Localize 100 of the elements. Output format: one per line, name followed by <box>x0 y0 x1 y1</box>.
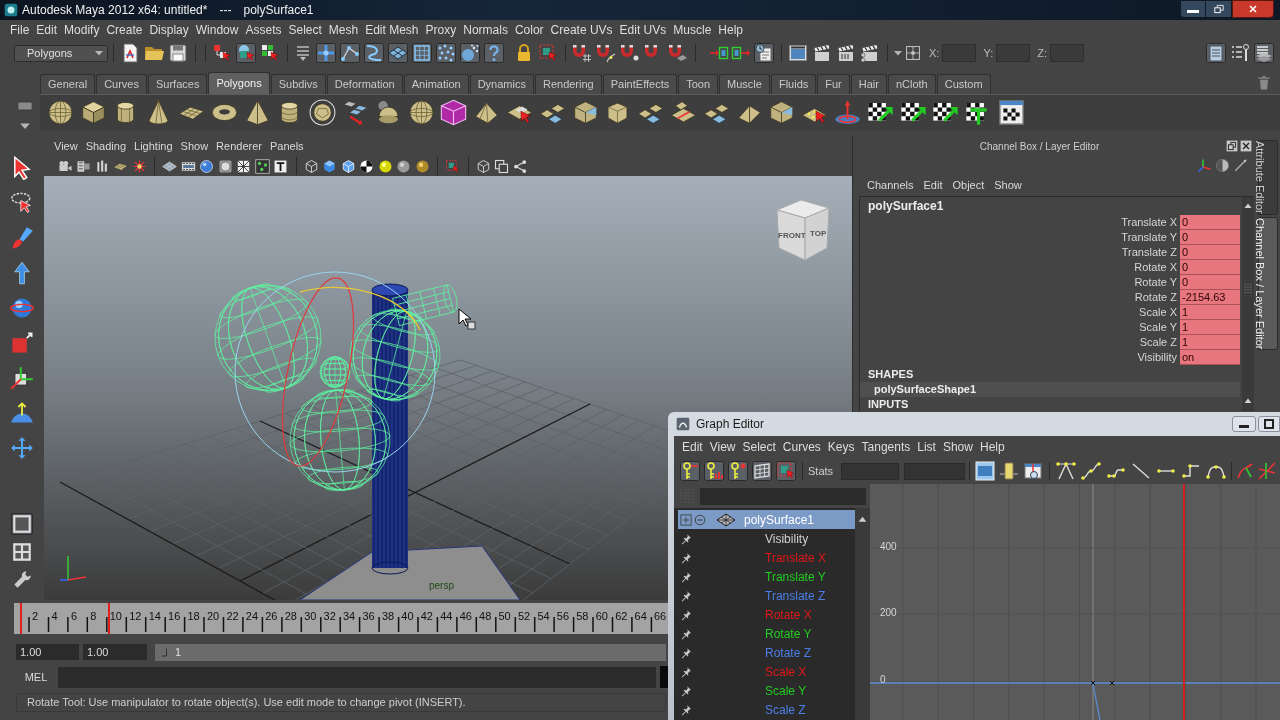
panel-menu-item[interactable]: Edit <box>923 176 943 194</box>
attribute-field[interactable]: 1 <box>1180 305 1240 320</box>
history-doc-icon[interactable] <box>754 43 774 63</box>
menu-item[interactable]: File <box>10 21 30 39</box>
menu-item[interactable]: Select <box>288 21 322 39</box>
start-time-field[interactable]: 1.00 <box>16 644 79 660</box>
attribute-field[interactable]: -2154.63 <box>1180 290 1240 305</box>
menu-item[interactable]: Help <box>979 438 1005 456</box>
four-pane-icon[interactable] <box>11 541 33 563</box>
sphere-ring-icon[interactable] <box>10 295 34 320</box>
restore-button[interactable] <box>1206 0 1232 18</box>
menu-item[interactable]: Edit UVs <box>619 21 667 39</box>
menu-item[interactable]: Display <box>149 21 189 39</box>
node-dots-icon[interactable] <box>254 158 270 174</box>
attribute-field[interactable]: 0 <box>1180 245 1240 260</box>
scroll-up-icon[interactable] <box>857 514 868 525</box>
shelf-tab[interactable]: Dynamics <box>469 74 534 94</box>
matte-sphere-icon[interactable] <box>396 158 412 174</box>
menu-item[interactable]: Create UVs <box>550 21 613 39</box>
panel-menu-item[interactable]: Lighting <box>134 137 173 155</box>
shelf-tab[interactable]: Custom <box>936 74 991 94</box>
maximize-button[interactable] <box>1258 416 1280 432</box>
filter-field[interactable] <box>700 487 866 505</box>
menu-item[interactable]: Edit <box>682 438 703 456</box>
sphere-icon[interactable] <box>46 99 74 126</box>
calendar-clock-icon[interactable] <box>1023 461 1044 481</box>
pin-icon[interactable] <box>680 627 692 640</box>
language-toggle[interactable]: MEL <box>16 667 56 687</box>
pin-icon[interactable] <box>680 551 692 564</box>
minimize-button[interactable] <box>1232 416 1256 432</box>
wire-cube-icon[interactable] <box>440 99 468 126</box>
panel-menu-item[interactable]: Object <box>952 176 985 194</box>
graph-view[interactable]: 400 200 0 <box>870 484 1280 720</box>
menu-item[interactable]: Show <box>942 438 973 456</box>
menu-item[interactable]: Color <box>514 21 544 39</box>
side-tab[interactable]: Attribute Editor <box>1258 140 1278 215</box>
pyramid-icon[interactable] <box>243 99 271 126</box>
shelf-tab[interactable]: Rendering <box>534 74 602 94</box>
menu-item[interactable]: View <box>709 438 736 456</box>
outline-cube-icon[interactable] <box>303 158 319 174</box>
menu-item[interactable]: Tangents <box>861 438 911 456</box>
outliner-item[interactable]: Visibility <box>678 529 855 548</box>
axes-icon[interactable] <box>1197 157 1212 173</box>
slider-handle-icon[interactable] <box>999 461 1020 481</box>
shelf-tab[interactable]: Curves <box>96 74 147 94</box>
new-file-icon[interactable] <box>120 43 140 63</box>
camera-film-icon[interactable] <box>76 158 92 174</box>
split-tile-icon[interactable] <box>670 99 698 126</box>
tab-box-icon[interactable] <box>17 98 33 114</box>
circled-ball-icon[interactable] <box>309 99 337 126</box>
single-pane-icon[interactable] <box>11 513 33 535</box>
lit-cube-icon[interactable] <box>340 158 356 174</box>
scale-box-icon[interactable] <box>10 330 34 355</box>
channel-layers-icon[interactable] <box>1254 43 1274 63</box>
tool-doc-icon[interactable] <box>1206 43 1226 63</box>
shelf-tab[interactable]: Toon <box>678 74 719 94</box>
command-field[interactable] <box>58 666 656 688</box>
menu-item[interactable]: Edit Mesh <box>365 21 419 39</box>
render-frame-icon[interactable] <box>788 43 808 63</box>
unify-tangent-icon[interactable] <box>1257 461 1278 481</box>
shelf-tab[interactable]: General <box>40 74 96 94</box>
object-select-icon[interactable] <box>236 43 256 63</box>
panel-menu-item[interactable]: Show <box>994 176 1022 194</box>
starburst-icon[interactable] <box>131 158 147 174</box>
pin-icon[interactable] <box>680 703 692 716</box>
clapper-settings-icon[interactable] <box>860 43 880 63</box>
menu-item[interactable]: Assets <box>245 21 282 39</box>
selection-box-icon[interactable] <box>445 158 461 174</box>
target-box-icon[interactable] <box>905 45 921 61</box>
attribute-list-icon[interactable] <box>1230 43 1250 63</box>
scrollbar[interactable] <box>855 508 870 720</box>
menu-item[interactable]: List <box>917 438 936 456</box>
stats-field[interactable] <box>904 462 966 480</box>
minus-circle-icon[interactable] <box>694 513 706 526</box>
checker-window-icon[interactable] <box>998 99 1025 126</box>
stats-field[interactable] <box>841 462 900 480</box>
magnet-grid-icon[interactable] <box>572 43 592 63</box>
magnet-curve-icon[interactable] <box>596 43 616 63</box>
magnet-plane-icon[interactable] <box>668 43 688 63</box>
outliner-item[interactable]: Scale Y <box>678 681 855 700</box>
panel-menu-item[interactable]: Channels <box>867 176 914 194</box>
scroll-up-icon[interactable] <box>1243 396 1253 406</box>
time-slider[interactable]: 2 4 6 8 10 12 14 16 18 20 22 24 26 28 30 32 34 36 38 40 42 44 46 48 50 52 54 56 58 60 62 64 66 <box>14 603 668 634</box>
menu-item[interactable]: Mesh <box>328 21 359 39</box>
menu-item[interactable]: Select <box>742 438 776 456</box>
ring-icon[interactable] <box>217 158 233 174</box>
outliner-item[interactable]: Scale Z <box>678 700 855 719</box>
checker-ball-icon[interactable] <box>359 158 375 174</box>
clapper-ipr-icon[interactable] <box>836 43 856 63</box>
box-grid-icon[interactable] <box>412 43 432 63</box>
playback-start-field[interactable]: 1.00 <box>83 644 147 660</box>
magnet-point-icon[interactable] <box>620 43 640 63</box>
camera-icon[interactable] <box>57 158 73 174</box>
shelf-tab[interactable]: Surfaces <box>148 74 208 94</box>
node-graph-icon[interactable] <box>512 158 528 174</box>
close-box-icon[interactable] <box>1240 140 1252 152</box>
shelf-tab[interactable]: nCloth <box>887 74 936 94</box>
pin-icon[interactable] <box>680 532 692 545</box>
selection-box-icon[interactable] <box>538 43 558 63</box>
component-select-icon[interactable] <box>260 43 280 63</box>
